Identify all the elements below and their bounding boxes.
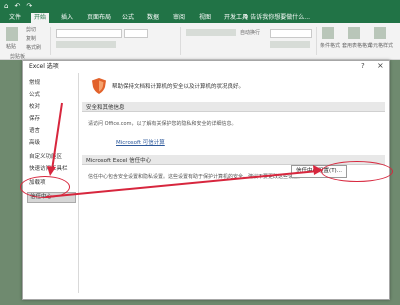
- red-arrow-button: [45, 170, 319, 198]
- arrow-head-icon: [47, 166, 56, 176]
- arrow-head-icon: [313, 165, 323, 175]
- red-arrow-nav: [51, 102, 63, 171]
- annotation-arrows: [45, 102, 323, 198]
